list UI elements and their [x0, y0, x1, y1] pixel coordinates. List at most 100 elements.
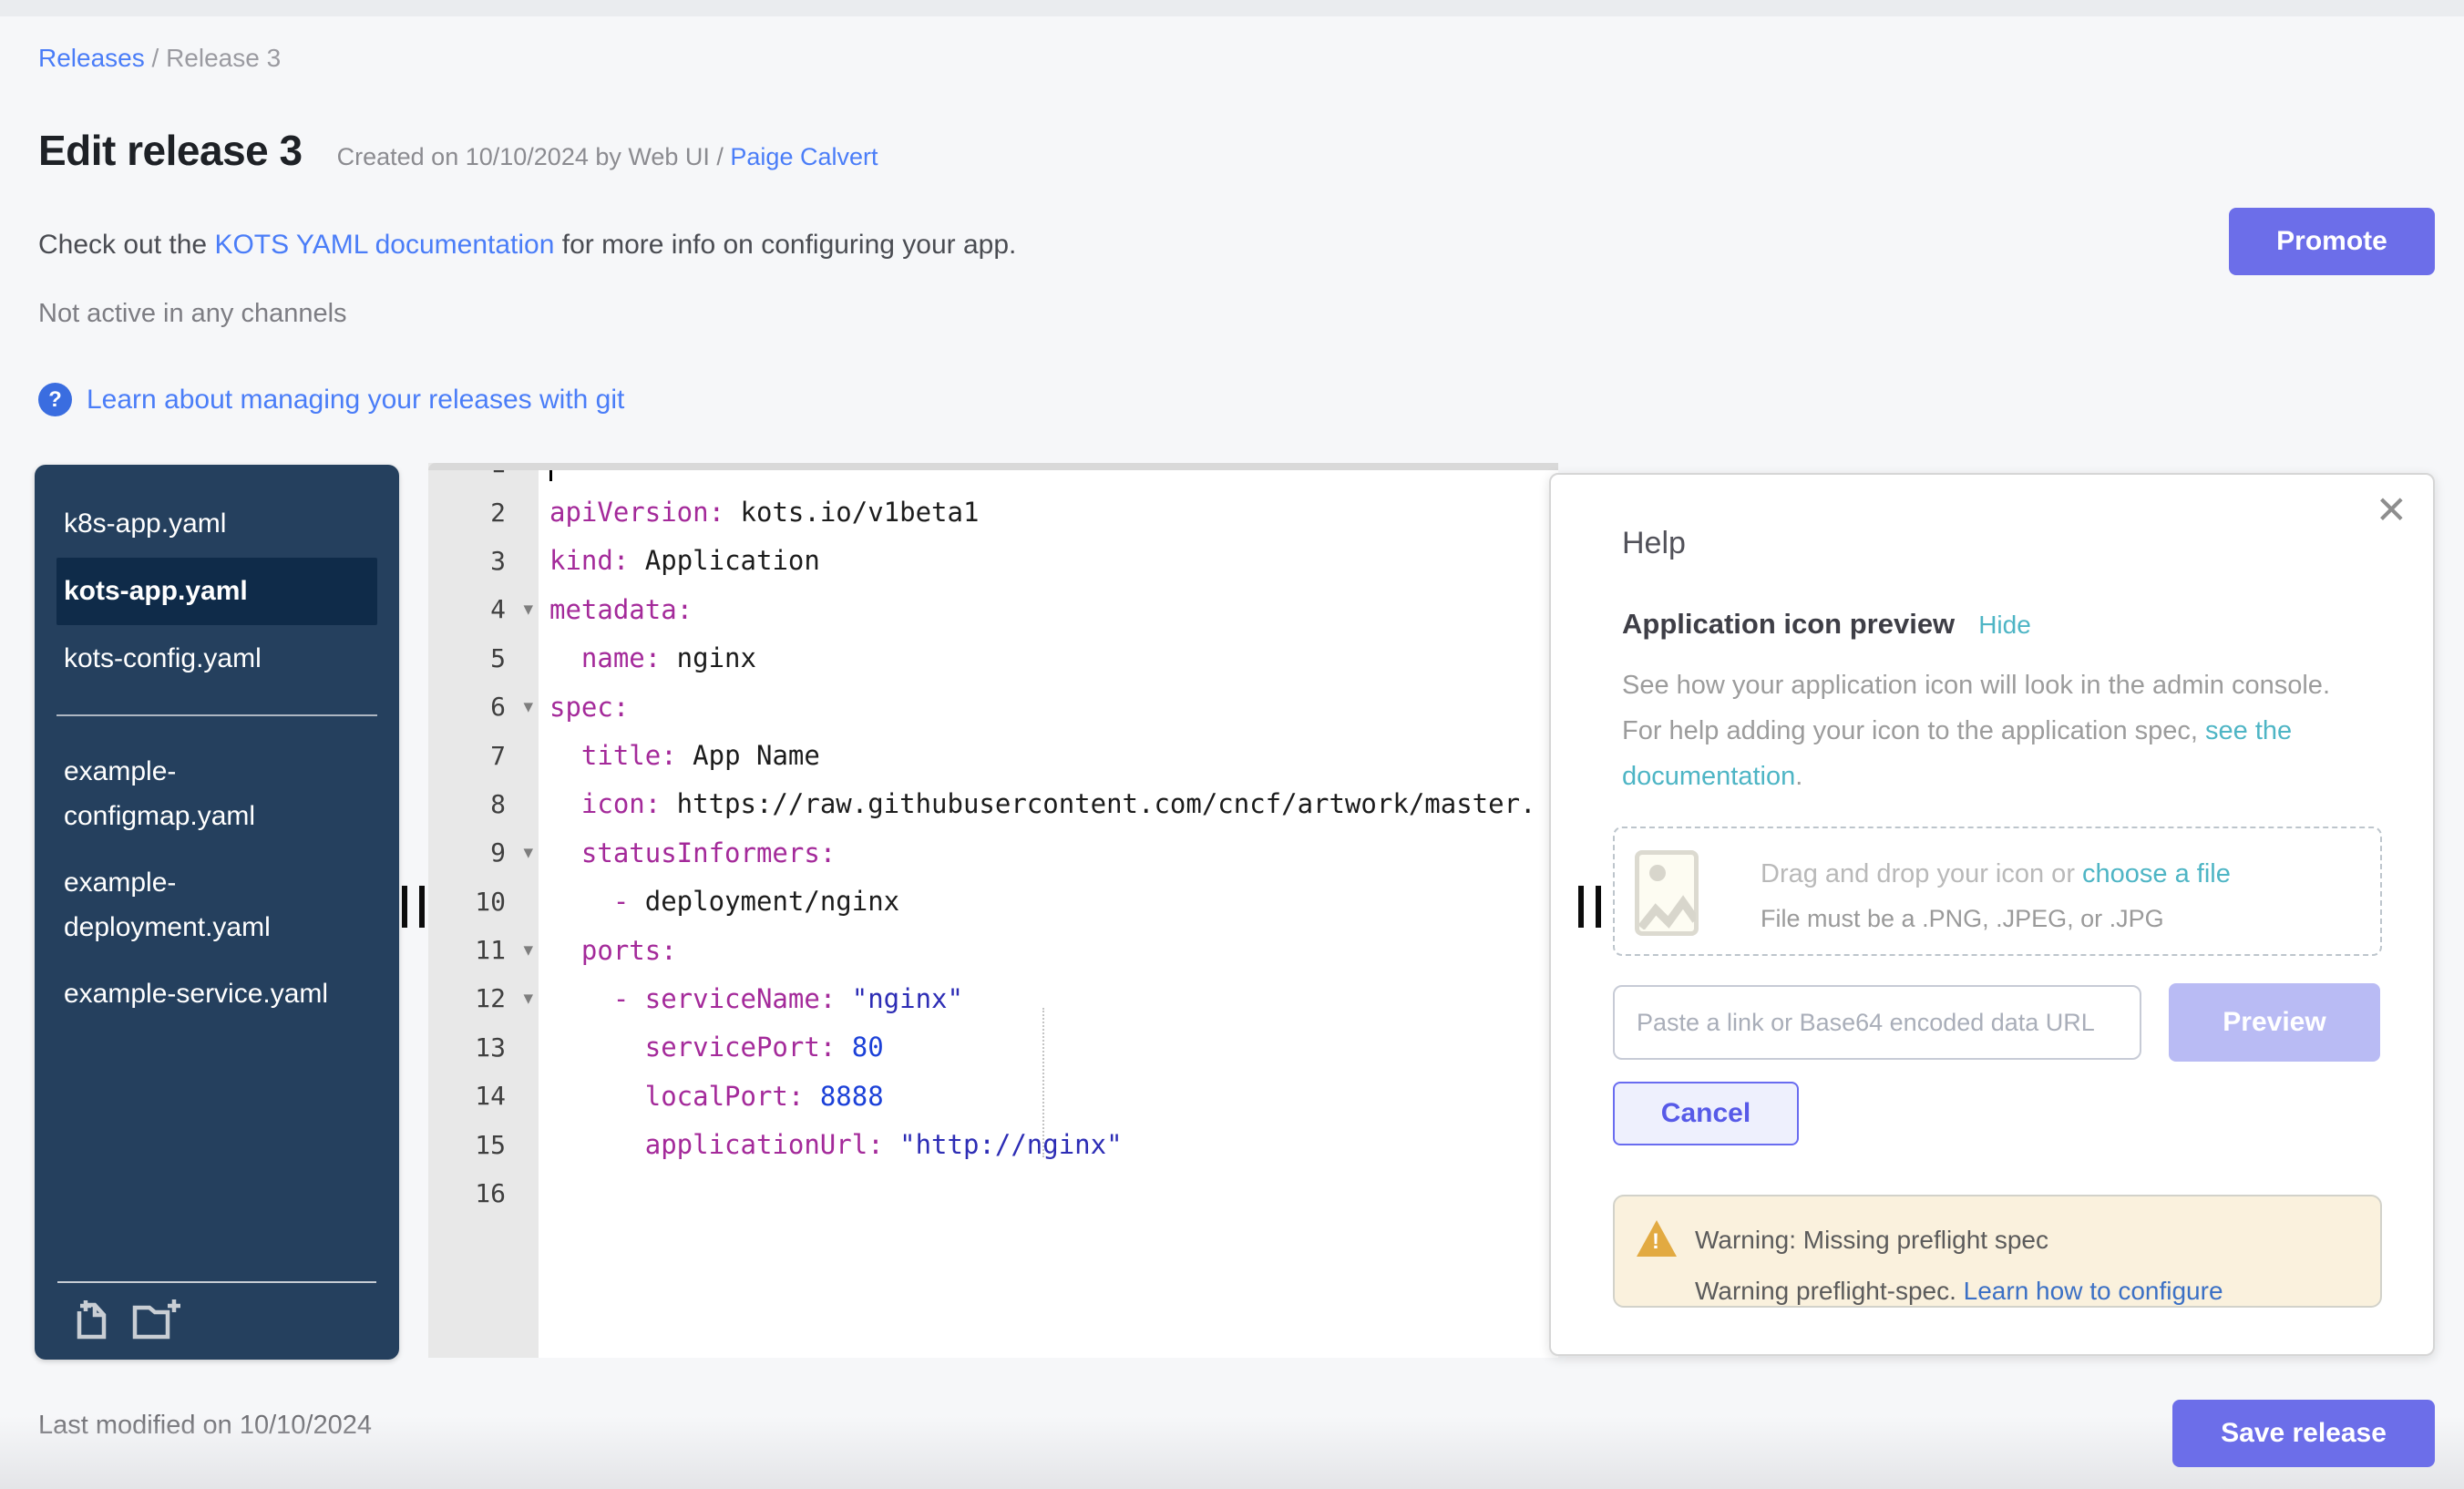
- code-text: kind: Application: [539, 537, 1558, 585]
- code-line[interactable]: 5 name: nginx: [428, 634, 1558, 683]
- help-description: See how your application icon will look …: [1622, 662, 2333, 799]
- code-text: title: App Name: [539, 731, 1558, 779]
- choose-file-link[interactable]: choose a file: [2082, 859, 2231, 888]
- editor-scrollbar-track[interactable]: [428, 463, 1558, 470]
- release-editor-page: Releases / Release 3 Edit release 3 Crea…: [0, 0, 2464, 1489]
- icon-dropzone[interactable]: Drag and drop your icon or choose a file…: [1613, 827, 2382, 956]
- add-folder-icon[interactable]: [131, 1297, 184, 1345]
- sidebar-file-k8s-app.yaml[interactable]: k8s-app.yaml: [56, 490, 377, 558]
- kots-yaml-doc-link[interactable]: KOTS YAML documentation: [214, 230, 554, 260]
- sidebar-file-example-deployment.yaml[interactable]: example-deployment.yaml: [56, 849, 377, 960]
- doc-line-pre: Check out the: [38, 230, 214, 260]
- preflight-warning-box: ! Warning: Missing preflight spec Warnin…: [1613, 1195, 2382, 1308]
- warning-icon: !: [1637, 1220, 1677, 1257]
- warning-body-text: Warning preflight-spec.: [1695, 1277, 1964, 1305]
- pane-resize-handle-right[interactable]: [1578, 886, 1601, 928]
- fold-caret-icon[interactable]: ▾: [523, 939, 533, 960]
- code-text: icon: https://raw.githubusercontent.com/…: [539, 780, 1558, 828]
- code-text: metadata:: [539, 585, 1558, 633]
- code-line[interactable]: 8 icon: https://raw.githubusercontent.co…: [428, 780, 1558, 828]
- created-user-link[interactable]: Paige Calvert: [730, 143, 878, 170]
- code-text: applicationUrl: "http://nginx": [539, 1120, 1558, 1168]
- help-panel: ✕ Help Application icon preview Hide See…: [1549, 473, 2435, 1356]
- sidebar-file-kots-app.yaml[interactable]: kots-app.yaml: [56, 558, 377, 625]
- code-text: servicePort: 80: [539, 1023, 1558, 1072]
- doc-line: Check out the KOTS YAML documentation fo…: [38, 230, 1016, 261]
- handle-bar: [1578, 886, 1584, 928]
- code-line[interactable]: 10 - deployment/nginx: [428, 878, 1558, 926]
- cancel-button[interactable]: Cancel: [1613, 1082, 1799, 1145]
- file-list: k8s-app.yamlkots-app.yamlkots-config.yam…: [35, 465, 399, 1028]
- handle-bar: [1596, 886, 1601, 928]
- warning-title: Warning: Missing preflight spec: [1695, 1226, 2048, 1255]
- fold-caret-icon[interactable]: ▾: [523, 598, 533, 620]
- code-line[interactable]: 2apiVersion: kots.io/v1beta1: [428, 488, 1558, 536]
- code-line[interactable]: 13 servicePort: 80: [428, 1023, 1558, 1072]
- preview-button[interactable]: Preview: [2169, 983, 2380, 1062]
- code-line[interactable]: 4▾metadata:: [428, 585, 1558, 633]
- last-modified-text: Last modified on 10/10/2024: [38, 1411, 372, 1441]
- sidebar-actions: [71, 1297, 184, 1345]
- learn-how-to-configure-link[interactable]: Learn how to configure: [1964, 1277, 2223, 1305]
- save-release-button[interactable]: Save release: [2172, 1400, 2435, 1467]
- line-number: 14: [428, 1072, 539, 1120]
- fold-caret-icon[interactable]: ▾: [523, 695, 533, 717]
- code-text: localPort: 8888: [539, 1072, 1558, 1120]
- warning-bang: !: [1652, 1229, 1659, 1255]
- line-number: 4▾: [428, 585, 539, 633]
- sidebar-file-example-configmap.yaml[interactable]: example-configmap.yaml: [56, 738, 377, 849]
- code-line[interactable]: 6▾spec:: [428, 683, 1558, 731]
- icon-preview-section: Application icon preview Hide: [1622, 608, 2031, 641]
- code-line[interactable]: 11▾ ports:: [428, 926, 1558, 974]
- close-icon[interactable]: ✕: [2376, 491, 2408, 529]
- code-line[interactable]: 14 localPort: 8888: [428, 1072, 1558, 1120]
- git-help-row[interactable]: ? Learn about managing your releases wit…: [38, 383, 624, 416]
- hide-link[interactable]: Hide: [1978, 611, 2031, 640]
- fold-caret-icon[interactable]: ▾: [523, 841, 533, 863]
- channel-status: Not active in any channels: [38, 299, 347, 329]
- breadcrumb-separator: /: [145, 44, 166, 72]
- sidebar-file-kots-config.yaml[interactable]: kots-config.yaml: [56, 625, 377, 693]
- section-title: Application icon preview: [1622, 608, 1955, 641]
- file-list-divider: [56, 714, 377, 716]
- code-line[interactable]: 9▾ statusInformers:: [428, 828, 1558, 877]
- doc-line-post: for more info on configuring your app.: [554, 230, 1016, 260]
- breadcrumb-releases-link[interactable]: Releases: [38, 44, 145, 72]
- indent-guide: [1042, 1008, 1044, 1157]
- code-line[interactable]: 15 applicationUrl: "http://nginx": [428, 1120, 1558, 1168]
- dropzone-instruction: Drag and drop your icon or choose a file: [1761, 859, 2231, 889]
- yaml-code-editor[interactable]: 1---2apiVersion: kots.io/v1beta13kind: A…: [428, 463, 1558, 1358]
- line-number: 11▾: [428, 926, 539, 974]
- code-line[interactable]: 7 title: App Name: [428, 731, 1558, 779]
- line-number: 6▾: [428, 683, 539, 731]
- breadcrumb: Releases / Release 3: [38, 44, 281, 73]
- icon-url-input[interactable]: [1613, 985, 2141, 1060]
- code-text: - deployment/nginx: [539, 878, 1558, 926]
- top-band: [0, 0, 2464, 16]
- fold-caret-icon[interactable]: ▾: [523, 987, 533, 1009]
- line-number: 7: [428, 731, 539, 779]
- created-meta: Created on 10/10/2024 by Web UI / Paige …: [337, 143, 878, 171]
- code-text: ports:: [539, 926, 1558, 974]
- pane-resize-handle-left[interactable]: [402, 886, 425, 928]
- code-line[interactable]: 16: [428, 1169, 1558, 1217]
- code-line[interactable]: 3kind: Application: [428, 537, 1558, 585]
- help-panel-title: Help: [1622, 526, 1686, 561]
- created-prefix: Created on 10/10/2024 by Web UI /: [337, 143, 731, 170]
- dropzone-filetypes: File must be a .PNG, .JPEG, or .JPG: [1761, 905, 2164, 933]
- add-file-icon[interactable]: [71, 1297, 113, 1345]
- line-number: 9▾: [428, 828, 539, 877]
- title-row: Edit release 3 Created on 10/10/2024 by …: [38, 126, 878, 175]
- help-description-period: .: [1795, 762, 1802, 791]
- line-number: 13: [428, 1023, 539, 1072]
- promote-button[interactable]: Promote: [2229, 208, 2435, 275]
- sidebar-bottom-divider: [57, 1281, 376, 1283]
- dropzone-text: Drag and drop your icon or: [1761, 859, 2082, 888]
- breadcrumb-current: Release 3: [166, 44, 281, 72]
- code-line[interactable]: 12▾ - serviceName: "nginx": [428, 974, 1558, 1022]
- git-help-link[interactable]: Learn about managing your releases with …: [87, 385, 624, 416]
- line-number: 5: [428, 634, 539, 683]
- code-lines: 1---2apiVersion: kots.io/v1beta13kind: A…: [428, 463, 1558, 1217]
- sidebar-file-example-service.yaml[interactable]: example-service.yaml: [56, 960, 377, 1028]
- code-text: statusInformers:: [539, 828, 1558, 877]
